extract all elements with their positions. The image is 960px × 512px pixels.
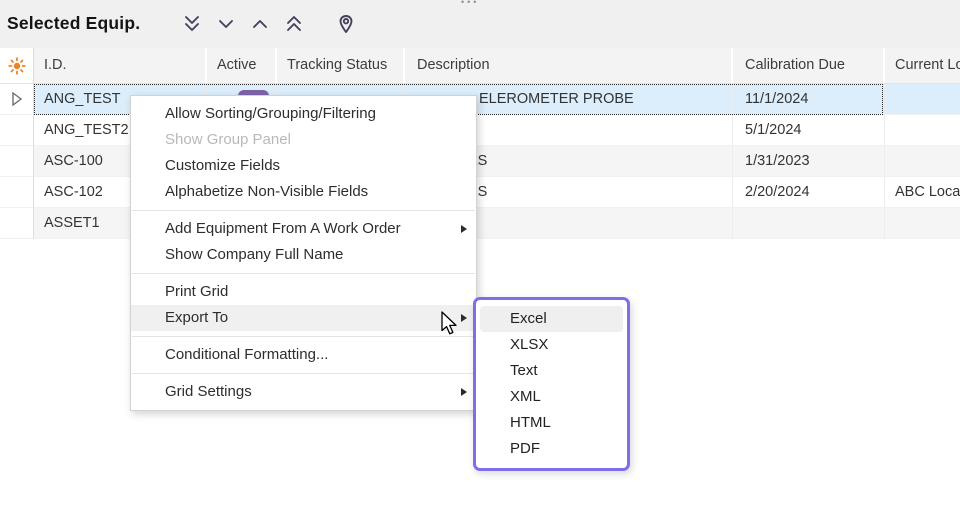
location-pin-icon[interactable]	[334, 12, 358, 36]
menu-separator	[132, 336, 475, 337]
menu-item-customize-fields[interactable]: Customize Fields	[131, 153, 476, 179]
cell-current-location[interactable]	[885, 84, 960, 115]
cell-calibration-due[interactable]	[733, 208, 885, 239]
submenu-arrow-icon	[461, 388, 467, 396]
submenu-item-text[interactable]: Text	[480, 358, 623, 384]
grid-header-row: I.D. Active Tracking Status Description …	[0, 48, 960, 84]
menu-item-show-group-panel: Show Group Panel	[131, 127, 476, 153]
menu-separator	[132, 373, 475, 374]
submenu-item-xlsx[interactable]: XLSX	[480, 332, 623, 358]
menu-item-add-equipment-from-work-order[interactable]: Add Equipment From A Work Order	[131, 216, 476, 242]
cell-current-location[interactable]	[885, 208, 960, 239]
submenu-item-html[interactable]: HTML	[480, 410, 623, 436]
double-chevron-down-icon[interactable]	[180, 12, 204, 36]
chevron-down-icon[interactable]	[214, 12, 238, 36]
cell-calibration-due[interactable]: 5/1/2024	[733, 115, 885, 146]
double-chevron-up-icon[interactable]	[282, 12, 306, 36]
cell-calibration-due[interactable]: 11/1/2024	[733, 84, 885, 115]
grid-corner-cell[interactable]	[0, 48, 34, 83]
menu-item-print-grid[interactable]: Print Grid	[131, 279, 476, 305]
column-header-calibration-due[interactable]: Calibration Due	[733, 48, 885, 83]
app-window: Selected Equip. •••	[0, 0, 960, 512]
column-header-tracking-status[interactable]: Tracking Status	[277, 48, 405, 83]
column-header-active[interactable]: Active	[207, 48, 277, 83]
column-header-current-location[interactable]: Current Location	[885, 48, 960, 83]
cell-current-location[interactable]	[885, 146, 960, 177]
column-header-description[interactable]: Description	[405, 48, 733, 83]
chevron-up-icon[interactable]	[248, 12, 272, 36]
page-title: Selected Equip.	[7, 13, 140, 34]
menu-item-conditional-formatting[interactable]: Conditional Formatting...	[131, 342, 476, 368]
cell-current-location[interactable]	[885, 115, 960, 146]
row-indicator	[0, 208, 34, 239]
export-to-submenu: Excel XLSX Text XML HTML PDF	[473, 297, 630, 471]
panel-header: Selected Equip. •••	[0, 0, 960, 48]
sun-icon	[7, 56, 27, 76]
row-indicator	[0, 146, 34, 177]
cell-current-location[interactable]: ABC Location	[885, 177, 960, 208]
cell-calibration-due[interactable]: 2/20/2024	[733, 177, 885, 208]
menu-separator	[132, 210, 475, 211]
menu-item-grid-settings[interactable]: Grid Settings	[131, 379, 476, 405]
cell-calibration-due[interactable]: 1/31/2023	[733, 146, 885, 177]
submenu-item-excel[interactable]: Excel	[480, 306, 623, 332]
menu-item-show-company-full-name[interactable]: Show Company Full Name	[131, 242, 476, 268]
menu-separator	[132, 273, 475, 274]
submenu-arrow-icon	[461, 225, 467, 233]
toolbar	[180, 12, 358, 36]
menu-item-alphabetize-fields[interactable]: Alphabetize Non-Visible Fields	[131, 179, 476, 205]
column-header-id[interactable]: I.D.	[34, 48, 207, 83]
drag-handle-dots[interactable]: •••	[461, 0, 479, 7]
row-indicator	[0, 115, 34, 146]
row-indicator	[0, 177, 34, 208]
submenu-item-pdf[interactable]: PDF	[480, 436, 623, 462]
menu-item-export-to[interactable]: Export To	[131, 305, 476, 331]
row-indicator-arrow	[0, 84, 34, 115]
submenu-arrow-icon	[461, 314, 467, 322]
grid-context-menu: Allow Sorting/Grouping/Filtering Show Gr…	[130, 95, 477, 411]
submenu-item-xml[interactable]: XML	[480, 384, 623, 410]
menu-item-allow-sorting[interactable]: Allow Sorting/Grouping/Filtering	[131, 101, 476, 127]
